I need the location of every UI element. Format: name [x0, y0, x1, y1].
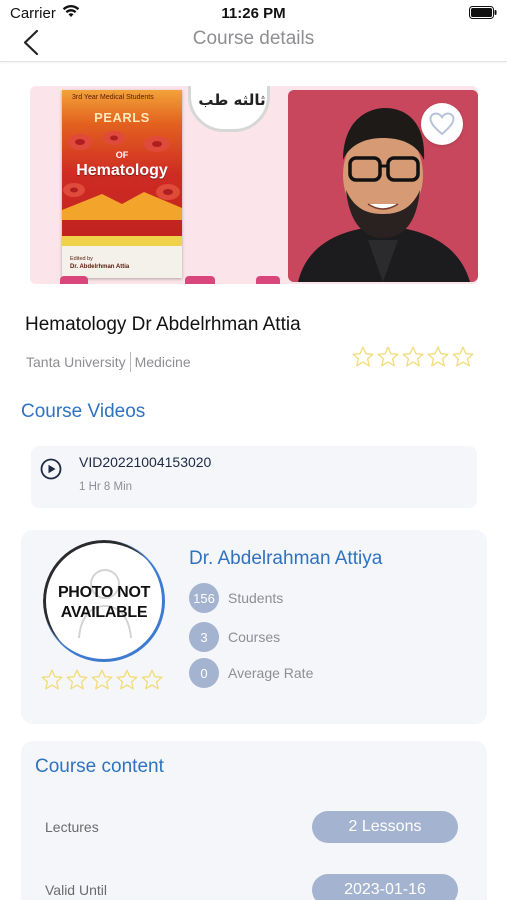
lectures-count-pill: 2 Lessons [312, 811, 458, 843]
courses-label: Courses [228, 629, 281, 645]
star-icon [352, 346, 374, 367]
book-pearls: PEARLS [94, 110, 150, 125]
course-title: Hematology Dr Abdelrhman Attia [25, 314, 301, 335]
instructor-name[interactable]: Dr. Abdelrahman Attiya [189, 548, 382, 570]
arabic-badge: ثالثه طب [188, 86, 270, 132]
placeholder-silhouette [78, 569, 132, 639]
students-count: 156 [189, 583, 219, 613]
play-circle-icon [40, 458, 62, 480]
course-videos-heading: Course Videos [21, 401, 146, 422]
star-icon [66, 669, 88, 690]
valid-until-pill: 2023-01-16 [312, 874, 458, 900]
star-icon [402, 346, 424, 367]
students-label: Students [228, 590, 284, 606]
star-icon [377, 346, 399, 367]
star-icon [452, 346, 474, 367]
heart-outline-icon [429, 112, 455, 136]
photo-placeholder-line2: AVAILABLE [60, 604, 148, 621]
video-title: VID20221004153020 [79, 454, 212, 470]
lectures-label: Lectures [45, 819, 99, 835]
course-rating-stars [351, 345, 476, 369]
book-bottom-panel [62, 246, 182, 278]
students-stat: 156 Students [189, 583, 283, 613]
star-icon [427, 346, 449, 367]
page-title: Course details [192, 28, 315, 49]
course-banner-image: 3rd Year Medical Students PEARLS OF Hema… [30, 86, 478, 284]
star-icon [141, 669, 163, 690]
average-rate-stat: 0 Average Rate [189, 658, 313, 688]
clock: 11:26 PM [221, 5, 286, 22]
instructor-avatar: PHOTO NOT AVAILABLE [43, 540, 165, 662]
carousel-dot [185, 276, 215, 284]
book-cover: 3rd Year Medical Students PEARLS OF Hema… [62, 90, 182, 278]
arabic-badge-text: ثالثه طب [198, 91, 266, 109]
photo-placeholder-line1: PHOTO NOT [57, 584, 151, 601]
courses-stat: 3 Courses [189, 622, 280, 652]
course-content-card: Course content Lectures 2 Lessons Valid … [21, 741, 487, 900]
video-duration: 1 Hr 8 Min [79, 481, 133, 493]
instructor-rating-stars [40, 668, 165, 692]
book-title: Hematology [76, 162, 168, 179]
status-bar: Carrier 11:26 PM [0, 0, 507, 26]
average-rate-value: 0 [189, 658, 219, 688]
favorite-button[interactable] [421, 103, 463, 145]
average-rate-label: Average Rate [228, 665, 314, 681]
course-affiliation: Tanta University Medicine [26, 352, 191, 372]
university-label: Tanta University [26, 354, 126, 370]
courses-count: 3 [189, 622, 219, 652]
book-edited-by: Edited by [70, 256, 93, 262]
course-content-heading: Course content [35, 756, 164, 777]
faculty-label: Medicine [134, 354, 191, 370]
carousel-dot [60, 276, 88, 284]
book-of: OF [115, 150, 129, 160]
star-icon [41, 669, 63, 690]
book-author: Dr. Abdelrhman Attia [70, 264, 130, 270]
video-list-item[interactable]: VID20221004153020 1 Hr 8 Min [31, 446, 477, 508]
carousel-dot [256, 276, 280, 284]
battery-icon [469, 6, 497, 19]
valid-until-label: Valid Until [45, 882, 107, 898]
star-icon [116, 669, 138, 690]
divider [129, 352, 131, 372]
instructor-card[interactable]: PHOTO NOT AVAILABLE Dr. Abdelrahman Atti… [21, 530, 487, 724]
star-icon [91, 669, 113, 690]
navigation-bar: Course details [0, 26, 507, 62]
book-tag: 3rd Year Medical Students [72, 94, 154, 101]
